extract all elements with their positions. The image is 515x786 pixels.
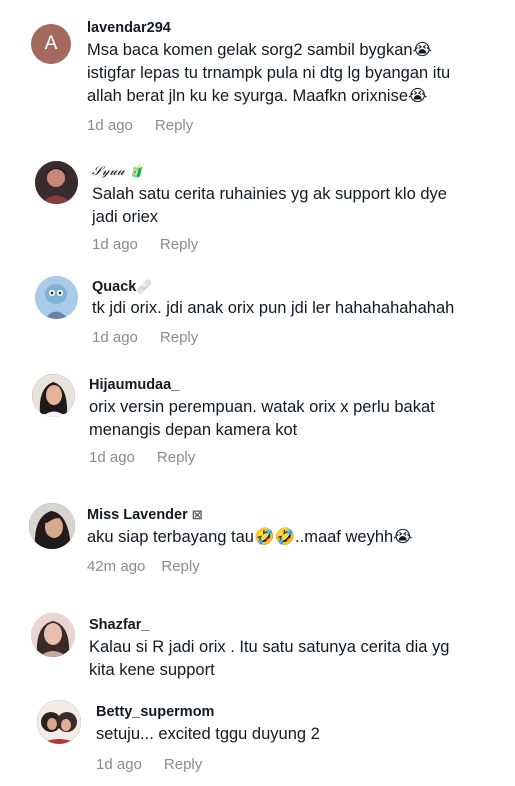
- comment-item: 𝒮𝓎𝓊𝓊 🧃 Salah satu cerita ruhainies yg ak…: [0, 150, 515, 265]
- avatar[interactable]: [35, 276, 78, 319]
- comment-meta: 1d ago Reply: [92, 236, 198, 253]
- reply-button[interactable]: Reply: [160, 329, 198, 346]
- comment-timestamp: 1d ago: [89, 449, 135, 466]
- comment-text: aku siap terbayang tau🤣🤣..maaf weyhh😭: [87, 526, 507, 549]
- avatar[interactable]: [32, 374, 75, 417]
- avatar-letter: A: [44, 33, 58, 54]
- comment-text-line: istigfar lepas tu trnampk pula ni dtg lg…: [87, 64, 451, 82]
- comment-username-text: Quack: [92, 279, 137, 295]
- comment-username[interactable]: lavendar294: [87, 20, 171, 36]
- comment-username[interactable]: Hijaumudaa_: [89, 377, 179, 393]
- avatar[interactable]: A: [31, 24, 71, 64]
- comment-username[interactable]: Miss Lavender ⊠: [87, 507, 203, 523]
- comment-item: Hijaumudaa_ orix versin perempuan. watak…: [0, 360, 515, 490]
- comment-meta: 1d ago Reply: [87, 117, 193, 134]
- comment-timestamp: 1d ago: [92, 329, 138, 346]
- avatar-image: [32, 374, 75, 417]
- comment-text: Msa baca komen gelak sorg2 sambil bygkan…: [87, 39, 507, 108]
- comment-username[interactable]: Quack🩹: [92, 279, 153, 295]
- juice-box-icon: 🧃: [128, 164, 145, 179]
- avatar[interactable]: [31, 613, 75, 657]
- comment-username[interactable]: Betty_supermom: [96, 704, 214, 720]
- reply-button[interactable]: Reply: [161, 558, 199, 575]
- comment-timestamp: 42m ago: [87, 558, 146, 575]
- reply-button[interactable]: Reply: [155, 117, 193, 134]
- avatar-image: [31, 613, 75, 657]
- comment-text-line: aku siap terbayang tau🤣🤣..maaf weyhh😭: [87, 528, 413, 546]
- avatar-image: [37, 700, 81, 744]
- comment-text-line: Salah satu cerita ruhainies yg ak suppor…: [92, 185, 447, 203]
- comment-item: A lavendar294 Msa baca komen gelak sorg2…: [0, 0, 515, 150]
- comment-username-text: Miss Lavender: [87, 507, 188, 523]
- comment-text-line: tk jdi orix. jdi anak orix pun jdi ler h…: [92, 299, 455, 317]
- bandage-icon: 🩹: [136, 280, 153, 295]
- comment-text-line: Msa baca komen gelak sorg2 sambil bygkan…: [87, 41, 432, 59]
- reply-button[interactable]: Reply: [164, 756, 202, 773]
- reply-button[interactable]: Reply: [160, 236, 198, 253]
- comment-text: orix versin perempuan. watak orix x perl…: [89, 396, 507, 442]
- avatar[interactable]: [37, 700, 81, 744]
- comment-meta: 42m ago Reply: [87, 558, 200, 575]
- comment-item: Quack🩹 tk jdi orix. jdi anak orix pun jd…: [0, 265, 515, 360]
- comment-text-line: kita kene support: [89, 661, 215, 679]
- comment-item: Betty_supermom setuju... excited tggu du…: [0, 697, 515, 786]
- comment-text: setuju... excited tggu duyung 2: [96, 723, 507, 746]
- comment-username-text: 𝒮𝓎𝓊𝓊: [92, 164, 125, 179]
- comment-text-line: allah berat jln ku ke syurga. Maafkn ori…: [87, 87, 428, 105]
- comment-meta: 1d ago Reply: [89, 449, 195, 466]
- comment-text-line: menangis depan kamera kot: [89, 421, 298, 439]
- comment-text-line: orix versin perempuan. watak orix x perl…: [89, 398, 435, 416]
- comment-timestamp: 1d ago: [87, 117, 133, 134]
- avatar-image: [35, 161, 78, 204]
- avatar[interactable]: [35, 161, 78, 204]
- comment-timestamp: 1d ago: [96, 756, 142, 773]
- comment-text: Salah satu cerita ruhainies yg ak suppor…: [92, 183, 507, 229]
- comment-text: tk jdi orix. jdi anak orix pun jdi ler h…: [92, 297, 507, 320]
- avatar[interactable]: [29, 503, 75, 549]
- comment-text: Kalau si R jadi orix . Itu satu satunya …: [89, 636, 507, 682]
- reply-button[interactable]: Reply: [157, 449, 195, 466]
- comment-text-line: Kalau si R jadi orix . Itu satu satunya …: [89, 638, 450, 656]
- comment-item: Shazfar_ Kalau si R jadi orix . Itu satu…: [0, 602, 515, 697]
- comment-username[interactable]: Shazfar_: [89, 617, 149, 633]
- comment-text-line: jadi oriex: [92, 208, 159, 226]
- comment-text-line: setuju... excited tggu duyung 2: [96, 725, 320, 743]
- avatar-image: [35, 276, 78, 319]
- avatar-image: [29, 503, 75, 549]
- comment-meta: 1d ago Reply: [96, 756, 202, 773]
- comment-timestamp: 1d ago: [92, 236, 138, 253]
- comment-item: Miss Lavender ⊠ aku siap terbayang tau🤣🤣…: [0, 490, 515, 602]
- missing-glyph-icon: ⊠: [191, 508, 203, 523]
- comment-username[interactable]: 𝒮𝓎𝓊𝓊 🧃: [92, 164, 145, 179]
- comment-meta: 1d ago Reply: [92, 329, 198, 346]
